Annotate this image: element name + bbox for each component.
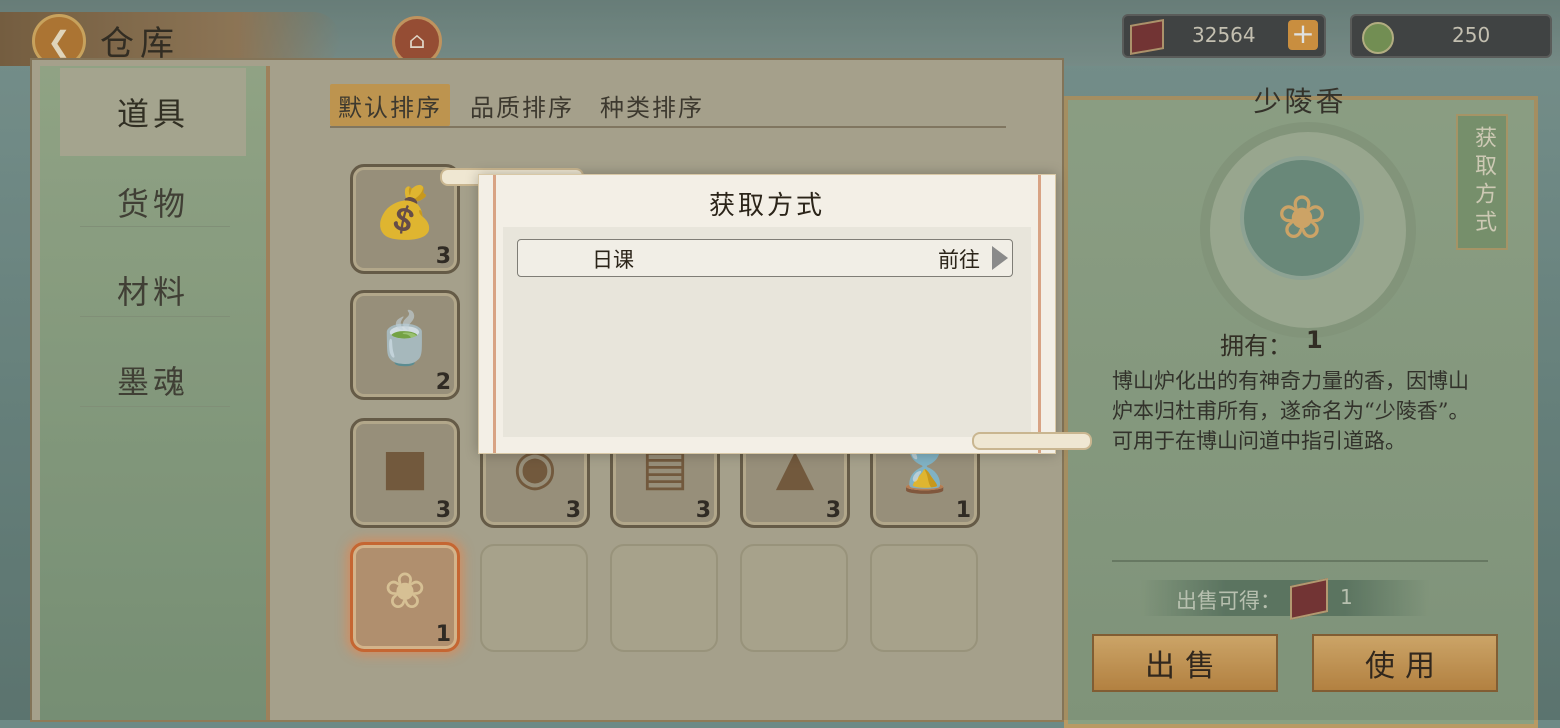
item-count: 3 xyxy=(825,498,841,523)
divider xyxy=(80,316,230,317)
route-name: 日课 xyxy=(592,248,634,272)
get-method-tag[interactable]: 获取方式 xyxy=(1456,114,1508,250)
item-count: 3 xyxy=(565,498,581,523)
divider xyxy=(1112,560,1488,562)
item-count: 2 xyxy=(435,370,451,395)
item-name: 少陵香 xyxy=(1253,85,1347,118)
item-count: 3 xyxy=(435,498,451,523)
sell-button[interactable]: 出售 xyxy=(1092,634,1278,692)
owned-value: 1 xyxy=(1306,326,1323,354)
currency-ink-box: 32564 + xyxy=(1122,14,1326,58)
sell-value: 1 xyxy=(1340,585,1353,609)
ink-box-icon xyxy=(1130,19,1164,55)
item-count: 1 xyxy=(955,498,971,523)
incense-flower-icon: ❀ xyxy=(1240,156,1364,280)
sidebar-item-goods[interactable]: 货物 xyxy=(60,158,246,246)
use-button[interactable]: 使用 xyxy=(1312,634,1498,692)
item-slot-selected[interactable]: ❀ 1 xyxy=(350,542,460,652)
divider xyxy=(80,226,230,227)
item-description: 博山炉化出的有神奇力量的香，因博山炉本归杜甫所有，遂命名为“少陵香”。可用于在博… xyxy=(1112,369,1470,453)
divider xyxy=(80,406,230,407)
acquire-route-row[interactable]: 日课 前往 xyxy=(517,239,1013,277)
tea-jar-icon: 🍵 xyxy=(373,309,437,368)
sidebar: 道具 货物 材料 墨魂 xyxy=(40,66,270,720)
home-icon: ⌂ xyxy=(408,28,426,54)
owned-label: 拥有： xyxy=(1220,332,1292,360)
sidebar-item-mohun[interactable]: 墨魂 xyxy=(60,336,246,424)
back-arrow-icon: ❮ xyxy=(47,24,71,58)
tank-icon: ■ xyxy=(381,437,429,496)
currency-jade: 250 xyxy=(1350,14,1552,58)
dialog-title: 获取方式 xyxy=(708,191,825,221)
tab-quality-sort[interactable]: 品质排序 xyxy=(462,84,582,126)
play-arrow-icon[interactable] xyxy=(992,246,1008,270)
item-count: 3 xyxy=(435,244,451,269)
currency-value: 32564 xyxy=(1192,23,1256,47)
empty-slot xyxy=(870,544,978,652)
acquire-method-dialog: 获取方式 日课 前往 xyxy=(478,174,1056,454)
tab-underline xyxy=(330,126,1006,128)
tab-type-sort[interactable]: 种类排序 xyxy=(592,84,712,126)
sidebar-item-tools[interactable]: 道具 xyxy=(60,68,246,156)
incense-flower-icon: ❀ xyxy=(384,561,426,620)
item-slot[interactable]: ■ 3 xyxy=(350,418,460,528)
pouch-icon: 💰 xyxy=(373,183,437,242)
scroll-rod-icon xyxy=(972,432,1092,450)
empty-slot xyxy=(610,544,718,652)
item-count: 1 xyxy=(435,622,451,647)
item-slot[interactable]: 🍵 2 xyxy=(350,290,460,400)
add-currency-button[interactable]: + xyxy=(1288,20,1318,50)
item-count: 3 xyxy=(695,498,711,523)
route-go-label[interactable]: 前往 xyxy=(938,244,980,274)
tab-default-sort[interactable]: 默认排序 xyxy=(330,84,450,126)
sidebar-item-materials[interactable]: 材料 xyxy=(60,246,246,334)
sell-label: 出售可得： xyxy=(1176,589,1281,613)
empty-slot xyxy=(740,544,848,652)
currency-value: 250 xyxy=(1452,23,1491,47)
jade-coin-icon xyxy=(1362,22,1394,54)
empty-slot xyxy=(480,544,588,652)
